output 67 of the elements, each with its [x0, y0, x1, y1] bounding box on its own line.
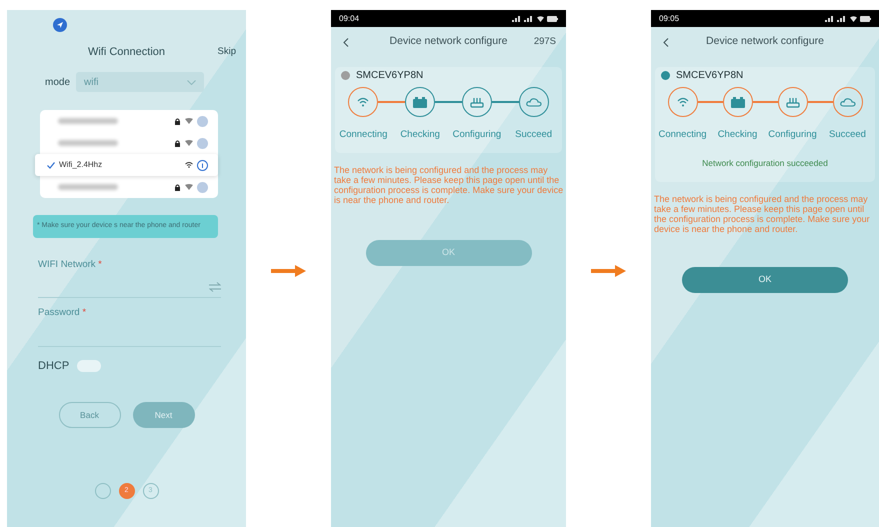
wifi-signal-icon: [185, 118, 193, 124]
notice-text: The network is being configured and the process may take a few minutes. Please keep this page open until the configuration process is complete. Make sure your device is near the phone and router.: [334, 165, 564, 205]
wifi-signal-icon: [185, 162, 193, 168]
step-label: Connecting: [339, 129, 388, 140]
battery-icon: [860, 16, 871, 22]
result-message: Network configuration succeeded: [702, 158, 828, 168]
wifi-icon: [850, 16, 857, 22]
status-time: 09:04: [339, 12, 360, 24]
device-name: SMCEV6YP8N: [356, 68, 424, 82]
step-label: Checking: [718, 129, 758, 140]
info-icon: [197, 160, 208, 170]
chevron-down-icon: [187, 80, 196, 84]
mode-select[interactable]: wifi: [76, 72, 204, 92]
swap-icon[interactable]: [209, 282, 221, 292]
signal-dot: [197, 182, 208, 192]
screen-title: Device network configure: [390, 34, 508, 50]
screen-title: Wifi Connection: [88, 44, 166, 60]
checkmark-icon: [47, 162, 55, 168]
battery-icon: [547, 16, 558, 22]
step-label: Succeed: [515, 129, 552, 140]
notice-text: The network is being configured and the process may take a few minutes. Please keep this page open until the configuration process is complete. Make sure your device is near the phone and router.: [654, 194, 871, 234]
arrow-icon: [271, 264, 306, 276]
battery-icon: [413, 96, 428, 108]
network-name: Wifi_2.4Hhz: [59, 159, 104, 171]
lock-icon: [175, 140, 180, 146]
battery-icon: [730, 96, 744, 108]
ok-button[interactable]: OK: [682, 267, 848, 293]
signal-dot: [197, 138, 208, 148]
wifi-icon: [537, 16, 544, 22]
navigation-icon: [53, 18, 67, 32]
router-icon: [470, 96, 484, 108]
arrow-icon: [591, 264, 626, 276]
dhcp-label: DHCP: [38, 358, 70, 374]
blurred-network-name: [58, 184, 118, 190]
device-name: SMCEV6YP8N: [676, 68, 744, 82]
signal-icon: [825, 16, 847, 22]
next-button[interactable]: Next: [132, 402, 194, 428]
back-icon[interactable]: [663, 38, 669, 46]
status-time: 09:05: [659, 12, 680, 24]
step-label: Connecting: [658, 129, 707, 140]
blurred-network-name: [58, 118, 118, 124]
router-icon: [786, 96, 800, 108]
countdown-timer: 297S: [534, 34, 556, 49]
wifi-icon: [676, 97, 688, 107]
step-label: Configuring: [452, 129, 502, 140]
lock-icon: [175, 184, 180, 190]
field-label: Password *: [38, 306, 88, 320]
lock-icon: [175, 118, 180, 124]
wifi-signal-icon: [185, 140, 193, 146]
wifi-icon: [357, 97, 370, 107]
signal-icon: [512, 16, 534, 22]
step-label: Succeed: [829, 129, 866, 140]
step-label: Configuring: [768, 129, 817, 140]
mode-label: mode: [45, 76, 70, 90]
blurred-network-name: [58, 140, 118, 146]
skip-link[interactable]: Skip: [218, 44, 236, 60]
network-item[interactable]: Wifi_2.4Hhz: [35, 154, 218, 176]
back-icon[interactable]: [343, 38, 349, 46]
screen-title: Device network configure: [706, 34, 824, 50]
signal-dot: [197, 116, 208, 126]
cloud-icon: [840, 97, 856, 107]
field-label: WIFI Network *: [38, 258, 103, 272]
wifi-signal-icon: [185, 184, 193, 190]
step-label: Checking: [400, 129, 440, 140]
dhcp-toggle[interactable]: [77, 360, 102, 372]
back-button[interactable]: Back: [58, 402, 120, 428]
cloud-icon: [526, 97, 542, 107]
